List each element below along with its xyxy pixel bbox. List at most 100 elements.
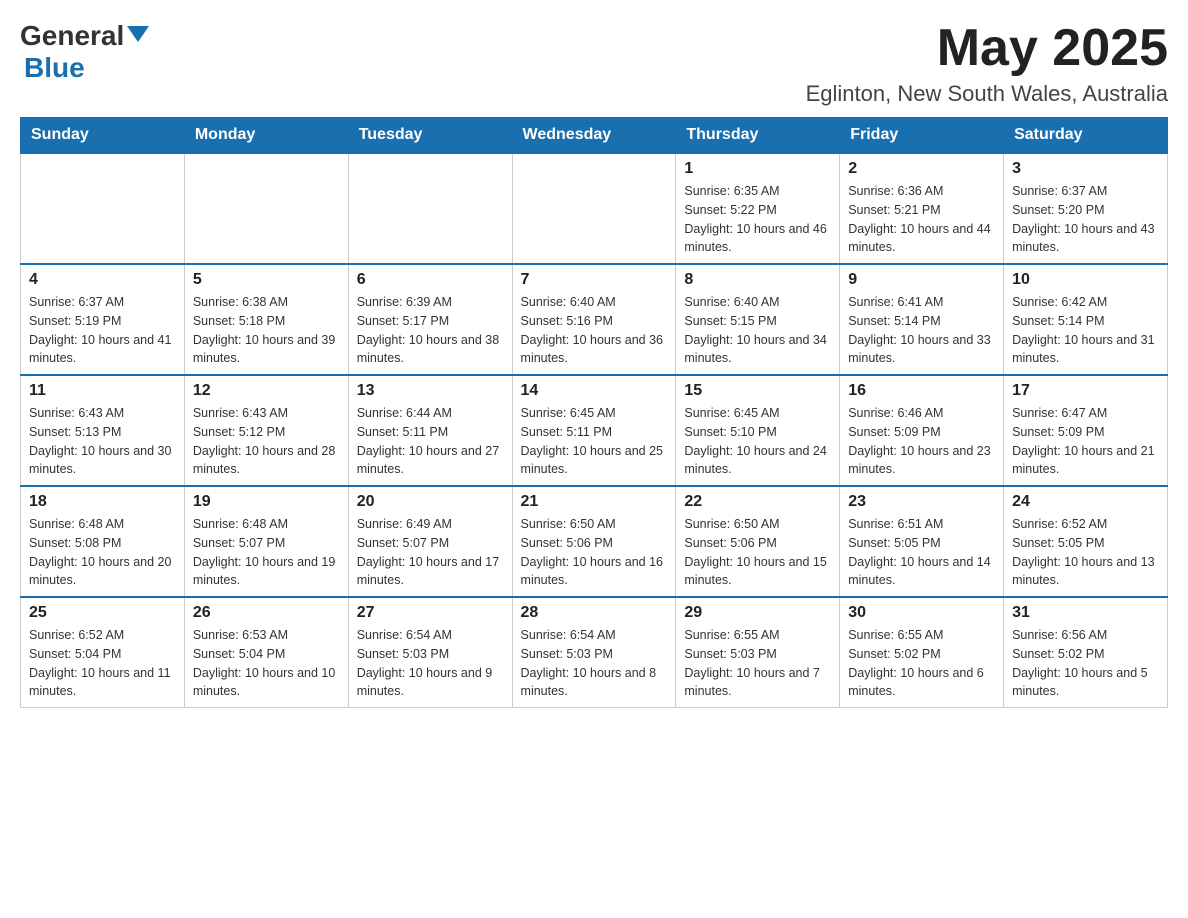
calendar-cell: 27Sunrise: 6:54 AMSunset: 5:03 PMDayligh… <box>348 597 512 708</box>
day-info: Sunrise: 6:54 AMSunset: 5:03 PMDaylight:… <box>521 626 668 701</box>
day-info: Sunrise: 6:55 AMSunset: 5:03 PMDaylight:… <box>684 626 831 701</box>
calendar-cell: 26 Sunrise: 6:53 AMSunset: 5:04 PMDayligh… <box>184 597 348 708</box>
day-number: 23 <box>848 493 995 511</box>
day-info: Sunrise: 6:48 AMSunset: 5:08 PMDaylight:… <box>29 515 176 590</box>
calendar-cell: 7 Sunrise: 6:40 AMSunset: 5:16 PMDaylight… <box>512 264 676 375</box>
weekday-header-wednesday: Wednesday <box>512 118 676 154</box>
weekday-header-monday: Monday <box>184 118 348 154</box>
day-number: 2 <box>848 160 995 178</box>
weekday-header-sunday: Sunday <box>21 118 185 154</box>
day-info: Sunrise: 6:40 AMSunset: 5:16 PMDaylight:… <box>521 293 668 368</box>
logo-blue-text: Blue <box>24 52 85 84</box>
calendar-week-row: 11 Sunrise: 6:43 AMSunset: 5:13 PMDayligh… <box>21 375 1168 486</box>
day-info: Sunrise: 6:55 AMSunset: 5:02 PMDaylight:… <box>848 626 995 701</box>
day-number: 1 <box>684 160 831 178</box>
day-info: Sunrise: 6:50 AMSunset: 5:06 PMDaylight:… <box>521 515 668 590</box>
logo: General Blue <box>20 20 149 84</box>
calendar-week-row: 1Sunrise: 6:35 AMSunset: 5:22 PMDaylight… <box>21 153 1168 264</box>
day-number: 5 <box>193 271 340 289</box>
calendar-cell: 23Sunrise: 6:51 AMSunset: 5:05 PMDayligh… <box>840 486 1004 597</box>
calendar-cell: 14Sunrise: 6:45 AMSunset: 5:11 PMDayligh… <box>512 375 676 486</box>
calendar-cell <box>21 153 185 264</box>
calendar-cell: 2 Sunrise: 6:36 AMSunset: 5:21 PMDaylight… <box>840 153 1004 264</box>
calendar-cell: 22 Sunrise: 6:50 AMSunset: 5:06 PMDayligh… <box>676 486 840 597</box>
day-number: 20 <box>357 493 504 511</box>
calendar-cell: 10Sunrise: 6:42 AMSunset: 5:14 PMDayligh… <box>1004 264 1168 375</box>
calendar-cell: 30 Sunrise: 6:55 AMSunset: 5:02 PMDayligh… <box>840 597 1004 708</box>
calendar-cell: 21 Sunrise: 6:50 AMSunset: 5:06 PMDayligh… <box>512 486 676 597</box>
day-info: Sunrise: 6:45 AMSunset: 5:10 PMDaylight:… <box>684 404 831 479</box>
calendar-cell: 15 Sunrise: 6:45 AMSunset: 5:10 PMDayligh… <box>676 375 840 486</box>
day-number: 28 <box>521 604 668 622</box>
calendar-cell <box>348 153 512 264</box>
day-number: 4 <box>29 271 176 289</box>
day-info: Sunrise: 6:46 AMSunset: 5:09 PMDaylight:… <box>848 404 995 479</box>
calendar-cell <box>512 153 676 264</box>
day-number: 19 <box>193 493 340 511</box>
calendar-cell: 19 Sunrise: 6:48 AMSunset: 5:07 PMDayligh… <box>184 486 348 597</box>
calendar-cell: 8Sunrise: 6:40 AMSunset: 5:15 PMDaylight… <box>676 264 840 375</box>
calendar-cell: 29Sunrise: 6:55 AMSunset: 5:03 PMDayligh… <box>676 597 840 708</box>
day-info: Sunrise: 6:42 AMSunset: 5:14 PMDaylight:… <box>1012 293 1159 368</box>
day-number: 3 <box>1012 160 1159 178</box>
calendar-cell: 13 Sunrise: 6:44 AMSunset: 5:11 PMDayligh… <box>348 375 512 486</box>
day-info: Sunrise: 6:49 AMSunset: 5:07 PMDaylight:… <box>357 515 504 590</box>
day-info: Sunrise: 6:37 AMSunset: 5:20 PMDaylight:… <box>1012 182 1159 257</box>
calendar-cell: 25 Sunrise: 6:52 AMSunset: 5:04 PMDayligh… <box>21 597 185 708</box>
weekday-header-row: SundayMondayTuesdayWednesdayThursdayFrid… <box>21 118 1168 154</box>
calendar-cell: 20 Sunrise: 6:49 AMSunset: 5:07 PMDayligh… <box>348 486 512 597</box>
calendar-table: SundayMondayTuesdayWednesdayThursdayFrid… <box>20 117 1168 708</box>
day-number: 21 <box>521 493 668 511</box>
day-info: Sunrise: 6:47 AMSunset: 5:09 PMDaylight:… <box>1012 404 1159 479</box>
day-number: 15 <box>684 382 831 400</box>
weekday-header-friday: Friday <box>840 118 1004 154</box>
calendar-cell: 16 Sunrise: 6:46 AMSunset: 5:09 PMDayligh… <box>840 375 1004 486</box>
calendar-cell: 24Sunrise: 6:52 AMSunset: 5:05 PMDayligh… <box>1004 486 1168 597</box>
calendar-cell: 31 Sunrise: 6:56 AMSunset: 5:02 PMDayligh… <box>1004 597 1168 708</box>
calendar-week-row: 18Sunrise: 6:48 AMSunset: 5:08 PMDayligh… <box>21 486 1168 597</box>
day-number: 16 <box>848 382 995 400</box>
month-year-heading: May 2025 <box>806 20 1168 77</box>
calendar-cell: 11 Sunrise: 6:43 AMSunset: 5:13 PMDayligh… <box>21 375 185 486</box>
day-info: Sunrise: 6:43 AMSunset: 5:13 PMDaylight:… <box>29 404 176 479</box>
calendar-cell: 3 Sunrise: 6:37 AMSunset: 5:20 PMDaylight… <box>1004 153 1168 264</box>
day-info: Sunrise: 6:53 AMSunset: 5:04 PMDaylight:… <box>193 626 340 701</box>
day-info: Sunrise: 6:50 AMSunset: 5:06 PMDaylight:… <box>684 515 831 590</box>
logo-triangle <box>127 26 149 42</box>
day-info: Sunrise: 6:48 AMSunset: 5:07 PMDaylight:… <box>193 515 340 590</box>
calendar-cell: 4 Sunrise: 6:37 AMSunset: 5:19 PMDaylight… <box>21 264 185 375</box>
day-info: Sunrise: 6:54 AMSunset: 5:03 PMDaylight:… <box>357 626 504 701</box>
weekday-header-thursday: Thursday <box>676 118 840 154</box>
day-number: 22 <box>684 493 831 511</box>
calendar-cell: 12Sunrise: 6:43 AMSunset: 5:12 PMDayligh… <box>184 375 348 486</box>
day-number: 7 <box>521 271 668 289</box>
day-info: Sunrise: 6:36 AMSunset: 5:21 PMDaylight:… <box>848 182 995 257</box>
day-info: Sunrise: 6:38 AMSunset: 5:18 PMDaylight:… <box>193 293 340 368</box>
day-number: 13 <box>357 382 504 400</box>
day-number: 30 <box>848 604 995 622</box>
calendar-cell: 6Sunrise: 6:39 AMSunset: 5:17 PMDaylight… <box>348 264 512 375</box>
calendar-week-row: 4 Sunrise: 6:37 AMSunset: 5:19 PMDaylight… <box>21 264 1168 375</box>
weekday-header-tuesday: Tuesday <box>348 118 512 154</box>
day-info: Sunrise: 6:45 AMSunset: 5:11 PMDaylight:… <box>521 404 668 479</box>
day-info: Sunrise: 6:37 AMSunset: 5:19 PMDaylight:… <box>29 293 176 368</box>
day-info: Sunrise: 6:56 AMSunset: 5:02 PMDaylight:… <box>1012 626 1159 701</box>
day-number: 25 <box>29 604 176 622</box>
day-info: Sunrise: 6:40 AMSunset: 5:15 PMDaylight:… <box>684 293 831 368</box>
calendar-cell <box>184 153 348 264</box>
day-number: 11 <box>29 382 176 400</box>
day-info: Sunrise: 6:41 AMSunset: 5:14 PMDaylight:… <box>848 293 995 368</box>
day-number: 9 <box>848 271 995 289</box>
location-text: Eglinton, New South Wales, Australia <box>806 81 1168 107</box>
day-info: Sunrise: 6:44 AMSunset: 5:11 PMDaylight:… <box>357 404 504 479</box>
calendar-cell: 28 Sunrise: 6:54 AMSunset: 5:03 PMDayligh… <box>512 597 676 708</box>
day-info: Sunrise: 6:52 AMSunset: 5:04 PMDaylight:… <box>29 626 176 701</box>
page-header: General Blue May 2025 Eglinton, New Sout… <box>20 20 1168 107</box>
calendar-cell: 5 Sunrise: 6:38 AMSunset: 5:18 PMDaylight… <box>184 264 348 375</box>
calendar-cell: 18Sunrise: 6:48 AMSunset: 5:08 PMDayligh… <box>21 486 185 597</box>
day-number: 31 <box>1012 604 1159 622</box>
day-info: Sunrise: 6:39 AMSunset: 5:17 PMDaylight:… <box>357 293 504 368</box>
day-number: 26 <box>193 604 340 622</box>
calendar-cell: 1Sunrise: 6:35 AMSunset: 5:22 PMDaylight… <box>676 153 840 264</box>
weekday-header-saturday: Saturday <box>1004 118 1168 154</box>
